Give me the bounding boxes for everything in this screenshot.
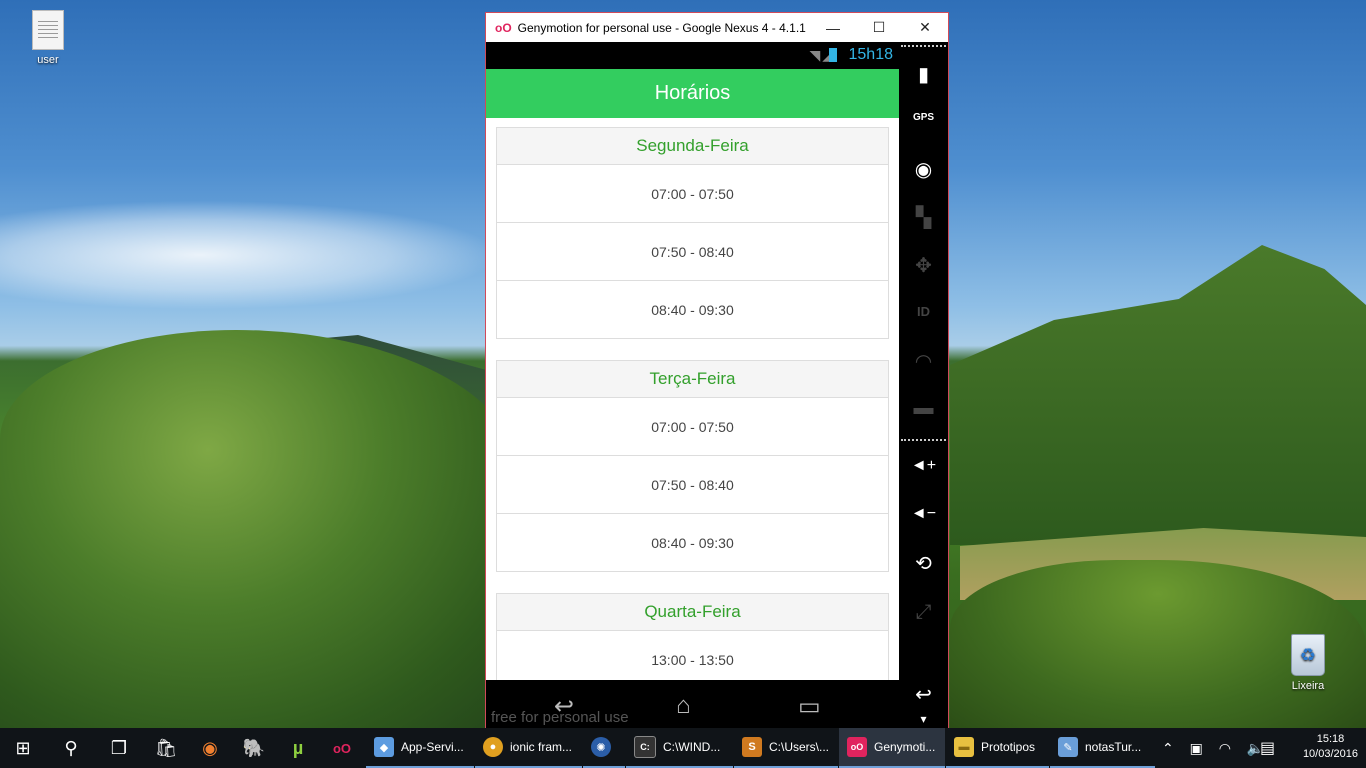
app-header: Horários (486, 69, 899, 118)
desktop-icon-recycle-bin[interactable]: ♻ Lixeira (1273, 634, 1343, 692)
watermark-text: free for personal use (491, 709, 629, 726)
taskbar-app-label: C:\Users\... (769, 740, 830, 754)
time-slot-item[interactable]: 07:00 - 07:50 (496, 398, 889, 456)
sublime-icon: S (742, 737, 762, 757)
window-title: Genymotion for personal use - Google Nex… (517, 20, 810, 35)
taskbar-app-sublime[interactable]: S C:\Users\... (734, 728, 838, 768)
mountain-right (950, 245, 1366, 545)
day-divider: Segunda-Feira (496, 127, 889, 165)
postgres-icon[interactable]: 🐘 (231, 728, 277, 768)
taskbar-app-label: ionic fram... (510, 740, 573, 754)
sms-icon: ▬ (913, 397, 934, 419)
phone-screen: ◥◢ 15h18 Horários Segunda-Feira 07:00 - … (486, 42, 899, 730)
clouds (0, 200, 500, 310)
sourcetree-icon: ✺ (591, 737, 611, 757)
day-divider: Quarta-Feira (496, 593, 889, 631)
time-slot-item[interactable]: 07:50 - 08:40 (496, 223, 889, 281)
status-clock: 15h18 (848, 46, 894, 63)
schedule-list: Segunda-Feira 07:00 - 07:50 07:50 - 08:4… (496, 127, 889, 680)
search-button[interactable]: ⚲ (48, 728, 94, 768)
time-slot-item[interactable]: 13:00 - 13:50 (496, 631, 889, 680)
page-title: Horários (654, 82, 731, 104)
maximize-button[interactable]: ☐ (856, 13, 902, 42)
genymotion-icon: oO (847, 737, 867, 757)
start-button[interactable]: ⊞ (0, 728, 46, 768)
device-id-icon: ID (917, 304, 930, 319)
day-group: Terça-Feira 07:00 - 07:50 07:50 - 08:40 … (496, 360, 889, 572)
nav-recents-button[interactable]: ▭ (798, 692, 821, 721)
battery-status-icon (829, 48, 837, 62)
time-slot-item[interactable]: 07:50 - 08:40 (496, 456, 889, 514)
taskbar-app-sourcetree[interactable]: ✺ (583, 728, 625, 768)
time-slot-item[interactable]: 07:00 - 07:50 (496, 165, 889, 223)
window-titlebar[interactable]: oO Genymotion for personal use - Google … (486, 13, 948, 42)
cmd-icon: C: (634, 736, 656, 758)
day-divider: Terça-Feira (496, 360, 889, 398)
volume-up-icon[interactable]: ◄+ (899, 457, 948, 475)
taskbar: ⊞ ⚲ ❐ 🛍 ◉ 🐘 µ oO ◆ App-Servi... ● ionic … (0, 728, 1366, 768)
android-status-bar: ◥◢ 15h18 (486, 42, 899, 69)
document-icon (32, 10, 64, 50)
recycle-bin-icon: ♻ (1291, 634, 1325, 676)
chrome-icon: ● (483, 737, 503, 757)
menu-icon[interactable]: ▾ (899, 712, 948, 726)
gps-icon[interactable]: GPS (899, 112, 948, 123)
genymotion-pinned-icon[interactable]: oO (319, 728, 365, 768)
schedule-list-container[interactable]: Segunda-Feira 07:00 - 07:50 07:50 - 08:4… (486, 118, 899, 680)
genymotion-toolbar: ▮ GPS ◉ ▚ ✥ ID ◠ ▬ ◄+ ◄− ⟲ ⤢ ↩ ▾ (899, 42, 948, 730)
system-tray-icons[interactable]: ⌃ ▣ ◠ 🔈 (1162, 728, 1270, 768)
day-group: Quarta-Feira 13:00 - 13:50 (496, 593, 889, 680)
folder-icon: ▬ (954, 737, 974, 757)
dpad-icon: ✥ (915, 255, 932, 277)
taskbar-app-folder[interactable]: ▬ Prototipos (946, 728, 1049, 768)
battery-icon[interactable]: ▮ (899, 62, 948, 87)
time-slot-item[interactable]: 08:40 - 09:30 (496, 514, 889, 572)
paint-icon: ✎ (1058, 737, 1078, 757)
taskbar-app-genymotion[interactable]: oO Genymoti... (839, 728, 945, 768)
store-icon[interactable]: 🛍 (143, 728, 189, 768)
genymotion-window: oO Genymotion for personal use - Google … (485, 12, 949, 731)
taskbar-app-virtualbox[interactable]: ◆ App-Servi... (366, 728, 474, 768)
firefox-icon[interactable]: ◉ (187, 728, 233, 768)
taskbar-clock[interactable]: 15:18 10/03/2016 (1303, 732, 1358, 762)
taskbar-app-label: App-Servi... (401, 740, 464, 754)
back-icon[interactable]: ↩ (899, 682, 948, 707)
network-icon: ◠ (914, 351, 933, 373)
day-group: Segunda-Feira 07:00 - 07:50 07:50 - 08:4… (496, 127, 889, 339)
desktop-icon-user[interactable]: user (13, 10, 83, 66)
nav-home-button[interactable]: ⌂ (676, 692, 691, 720)
taskbar-app-label: notasTur... (1085, 740, 1142, 754)
toolbar-separator (901, 439, 946, 441)
clock-time: 15:18 (1316, 733, 1345, 745)
taskbar-app-cmd[interactable]: C: C:\WIND... (626, 728, 733, 768)
rotate-icon[interactable]: ⟲ (899, 551, 948, 576)
camera-icon[interactable]: ◉ (899, 157, 948, 182)
toolbar-separator (901, 45, 946, 47)
time-slot-item[interactable]: 08:40 - 09:30 (496, 281, 889, 339)
minimize-button[interactable]: — (810, 13, 856, 42)
taskbar-app-label: Prototipos (981, 740, 1036, 754)
taskbar-app-paint[interactable]: ✎ notasTur... (1050, 728, 1155, 768)
android-nav-bar: ↩ ⌂ ▭ free for personal use (486, 680, 899, 730)
desktop-icon-label: Lixeira (1291, 680, 1325, 692)
close-button[interactable]: ✕ (902, 13, 948, 42)
virtualbox-icon: ◆ (374, 737, 394, 757)
notification-icon[interactable]: ▤ (1260, 728, 1275, 768)
genymotion-logo-icon: oO (495, 20, 512, 35)
hill-left (0, 330, 520, 730)
taskbar-app-label: Genymoti... (874, 740, 936, 754)
taskbar-app-chrome[interactable]: ● ionic fram... (475, 728, 582, 768)
taskbar-app-label: C:\WIND... (663, 740, 721, 754)
clock-date: 10/03/2016 (1302, 748, 1358, 760)
pixel-perfect-icon: ⤢ (915, 601, 932, 623)
task-view-button[interactable]: ❐ (96, 728, 142, 768)
volume-down-icon[interactable]: ◄− (899, 505, 948, 523)
utorrent-icon[interactable]: µ (275, 728, 321, 768)
video-capture-icon: ▚ (915, 207, 932, 229)
desktop-icon-label: user (37, 54, 59, 66)
